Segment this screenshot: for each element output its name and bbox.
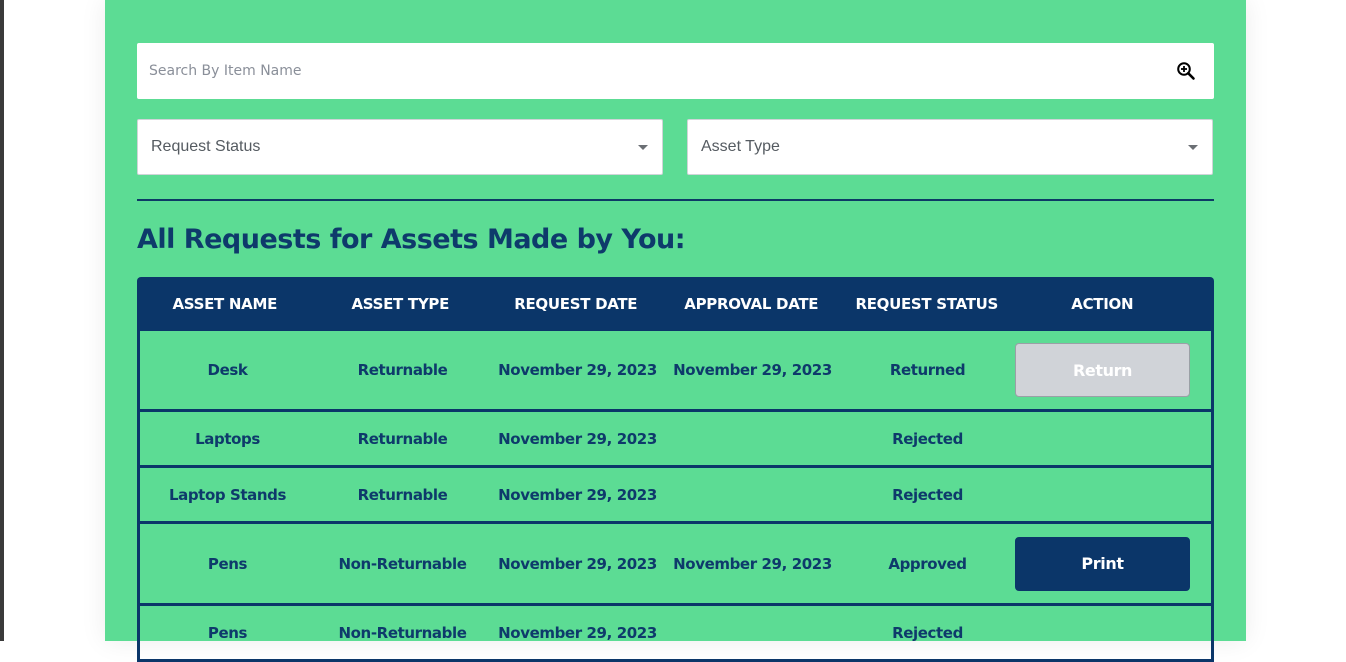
table-row: Desk Returnable November 29, 2023 Novemb…	[137, 331, 1214, 412]
search-bar	[137, 43, 1214, 99]
cell-asset-type: Returnable	[357, 429, 448, 448]
cell-request-date: November 29, 2023	[498, 623, 657, 642]
cell-approval-date: November 29, 2023	[673, 361, 832, 379]
header-action: ACTION	[1071, 295, 1134, 313]
table-row: Pens Non-Returnable November 29, 2023 No…	[137, 524, 1214, 606]
table-header: ASSET NAME ASSET TYPE REQUEST DATE APPRO…	[137, 277, 1214, 331]
requests-panel: Request Status Asset Type All Requests f…	[105, 0, 1246, 662]
table-row: Pens Non-Returnable November 29, 2023 Re…	[137, 606, 1214, 662]
cell-asset-name: Pens	[207, 554, 248, 573]
cell-request-date: November 29, 2023	[498, 429, 657, 448]
print-button[interactable]: Print	[1015, 536, 1190, 591]
cell-status: Approved	[888, 554, 967, 573]
table-row: Laptops Returnable November 29, 2023 Rej…	[137, 412, 1214, 468]
cell-asset-name: Laptops	[195, 429, 260, 448]
header-request-status: REQUEST STATUS	[855, 295, 999, 313]
zoom-in-search-icon[interactable]	[1164, 49, 1208, 93]
cell-asset-name: Pens	[207, 623, 248, 642]
table-row: Laptop Stands Returnable November 29, 20…	[137, 468, 1214, 524]
request-status-label: Request Status	[151, 138, 261, 155]
page: Request Status Asset Type All Requests f…	[4, 0, 1346, 662]
cell-status: Returned	[889, 361, 966, 379]
search-input[interactable]	[137, 43, 1164, 99]
requests-table: ASSET NAME ASSET TYPE REQUEST DATE APPRO…	[137, 277, 1214, 662]
caret-down-icon	[1188, 144, 1198, 150]
header-asset-name: ASSET NAME	[172, 295, 278, 313]
cell-approval-date: November 29, 2023	[673, 554, 832, 573]
cell-action: Return	[1015, 343, 1190, 397]
section-title: All Requests for Assets Made by You:	[137, 224, 686, 255]
divider	[137, 199, 1214, 201]
request-status-select[interactable]: Request Status	[137, 119, 663, 175]
cell-action: Print	[1015, 536, 1190, 591]
cell-request-date: November 29, 2023	[498, 485, 657, 504]
cell-request-date: November 29, 2023	[498, 361, 657, 379]
cell-asset-name: Desk	[207, 361, 248, 379]
header-approval-date: APPROVAL DATE	[684, 295, 819, 313]
header-request-date: REQUEST DATE	[514, 295, 638, 313]
cell-status: Rejected	[892, 485, 963, 504]
cell-asset-type: Non-Returnable	[338, 623, 467, 642]
header-asset-type: ASSET TYPE	[351, 295, 450, 313]
cell-asset-type: Returnable	[357, 361, 448, 379]
asset-type-select[interactable]: Asset Type	[687, 119, 1213, 175]
cell-asset-name: Laptop Stands	[168, 485, 287, 504]
cell-status: Rejected	[892, 623, 963, 642]
cell-status: Rejected	[892, 429, 963, 448]
return-button[interactable]: Return	[1015, 343, 1190, 397]
asset-type-label: Asset Type	[701, 138, 780, 155]
cell-asset-type: Returnable	[357, 485, 448, 504]
cell-asset-type: Non-Returnable	[338, 554, 467, 573]
caret-down-icon	[638, 144, 648, 150]
cell-request-date: November 29, 2023	[498, 554, 657, 573]
